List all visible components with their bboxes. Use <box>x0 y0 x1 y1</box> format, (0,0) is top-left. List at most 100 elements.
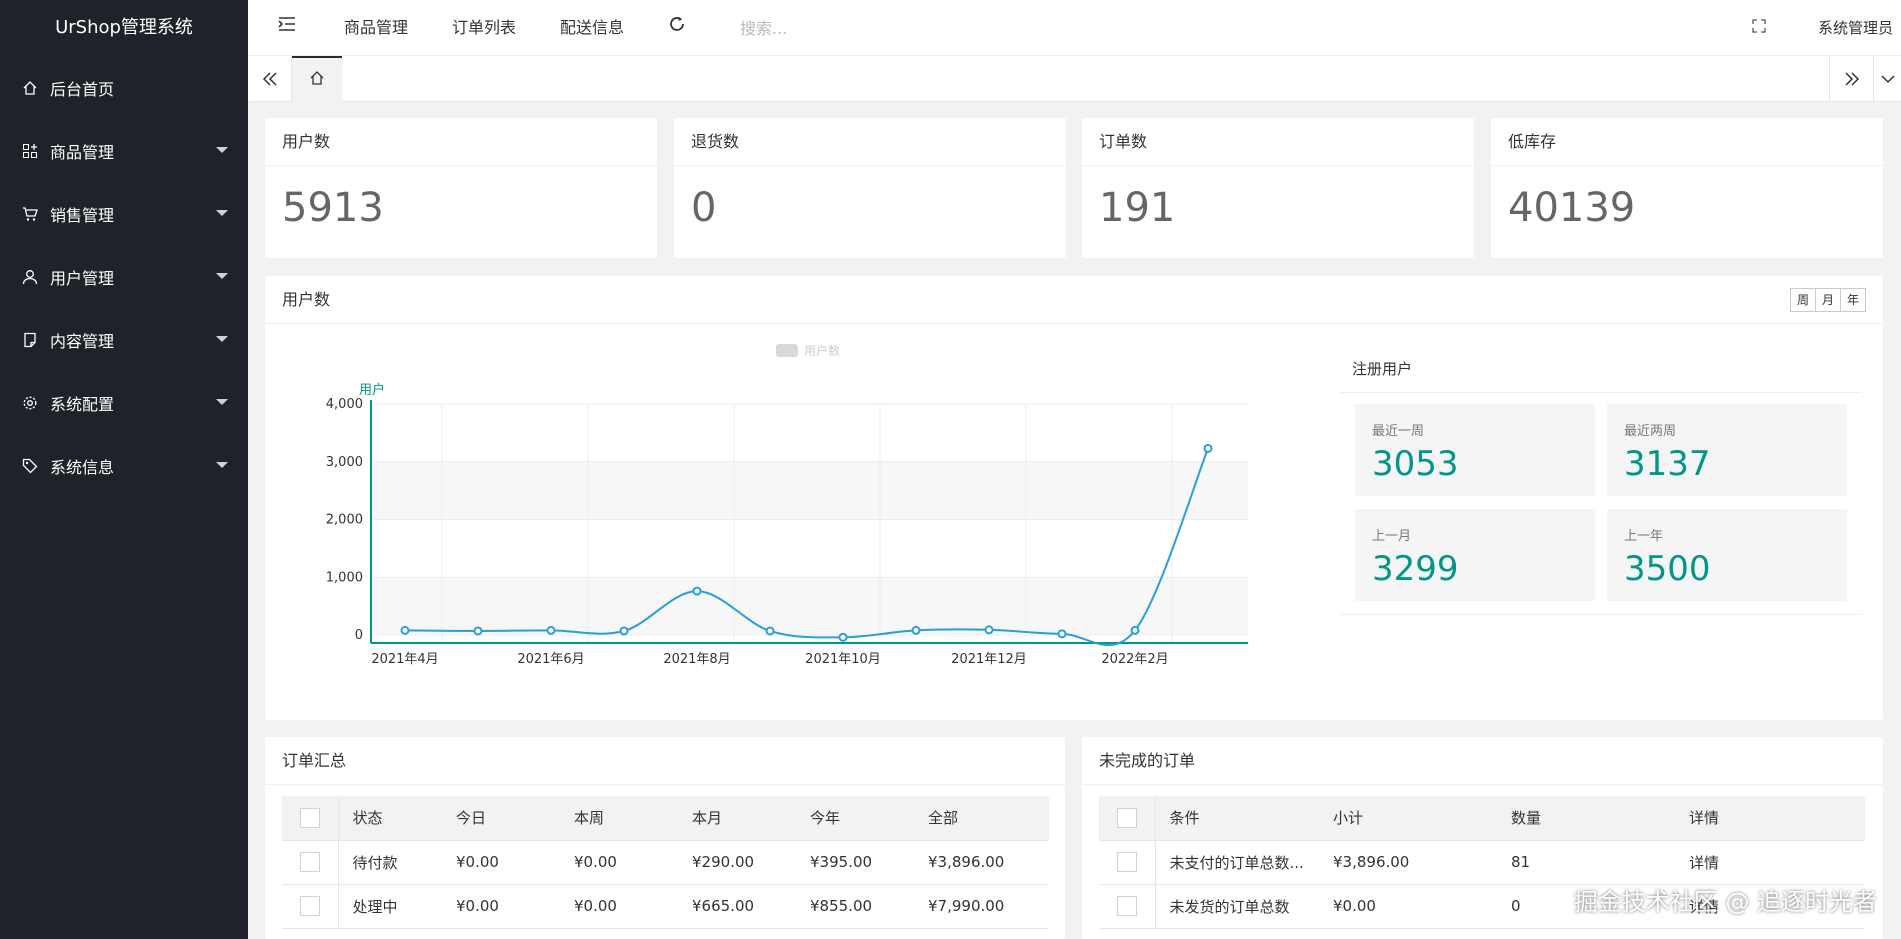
caret-down-icon <box>216 210 228 216</box>
stat-title: 用户数 <box>265 118 657 166</box>
registered-box-two-weeks: 最近两周 3137 <box>1607 404 1847 496</box>
table-cell: ¥0.00 <box>574 884 692 929</box>
period-switch: 周 月 年 <box>1790 288 1866 312</box>
table-cell: ¥0.00 <box>456 840 574 885</box>
sidebar-item-label: 用户管理 <box>50 268 115 288</box>
x-tick-label: 2021年12月 <box>951 652 1027 667</box>
column-header: 今年 <box>810 796 928 841</box>
sidebar-item-6[interactable]: 系统信息 <box>0 434 248 497</box>
table-row: 未支付的订单总数... ¥3,896.00 81 详情 <box>1099 840 1865 885</box>
caret-down-icon <box>216 147 228 153</box>
registered-label: 上一月 <box>1372 529 1412 544</box>
select-all-checkbox[interactable] <box>1116 807 1137 828</box>
sidebar-item-label: 系统配置 <box>50 394 115 414</box>
home-icon <box>22 80 38 96</box>
pending-orders-title: 未完成的订单 <box>1082 737 1883 785</box>
double-left-icon[interactable] <box>248 56 292 102</box>
legend-label: 用户数 <box>804 343 840 358</box>
sidebar-item-label: 商品管理 <box>50 142 115 162</box>
data-point <box>1203 443 1213 453</box>
table-cell: ¥3,896.00 <box>1333 840 1511 885</box>
registered-value: 3500 <box>1624 549 1711 589</box>
caret-down-icon <box>216 273 228 279</box>
user-menu[interactable]: 系统管理员 <box>1818 0 1893 56</box>
column-header: 条件 <box>1155 796 1333 841</box>
tab-home[interactable] <box>292 56 342 102</box>
table-cell: ¥665.00 <box>692 884 810 929</box>
user-line-chart: 4,000 3,000 2,000 1,000 0 2021年4月 2021年6月 2021年… <box>326 343 1248 667</box>
grid-band <box>371 461 1248 520</box>
data-point <box>1130 625 1140 635</box>
sidebar-item-4[interactable]: 内容管理 <box>0 308 248 371</box>
table-cell: 81 <box>1511 840 1689 885</box>
data-point <box>984 625 994 635</box>
stat-card-returns: 退货数 0 <box>674 118 1066 258</box>
sidebar-item-3[interactable]: 用户管理 <box>0 245 248 308</box>
x-tick-label: 2021年10月 <box>805 652 881 667</box>
order-summary-title: 订单汇总 <box>265 737 1065 785</box>
home-icon <box>309 70 325 90</box>
watermark: 掘金技术社区 @ 追逐时光者 <box>1573 888 1877 916</box>
search-input[interactable] <box>738 14 958 42</box>
column-header: 全部 <box>928 796 1049 841</box>
sidebar-item-5[interactable]: 系统配置 <box>0 371 248 434</box>
row-checkbox[interactable] <box>299 896 320 916</box>
data-point <box>692 586 702 596</box>
x-tick-label: 2022年2月 <box>1101 652 1168 667</box>
top-link-products[interactable]: 商品管理 <box>344 0 408 56</box>
apps-icon <box>22 143 38 159</box>
cart-icon <box>22 206 38 222</box>
select-all-checkbox[interactable] <box>299 807 320 828</box>
table-cell: ¥395.00 <box>810 840 928 885</box>
stat-value: 40139 <box>1508 185 1636 231</box>
sidebar-item-label: 内容管理 <box>50 331 115 351</box>
table-row: 处理中 ¥0.00 ¥0.00 ¥665.00 ¥855.00 ¥7,990.0… <box>282 884 1049 929</box>
data-point <box>911 625 921 635</box>
period-month-button[interactable]: 月 <box>1815 288 1841 312</box>
table-cell: 未发货的订单总数 <box>1155 884 1333 929</box>
y-tick-label: 2,000 <box>326 513 363 528</box>
table-cell: ¥290.00 <box>692 840 810 885</box>
menu-fold-icon[interactable] <box>278 0 296 56</box>
double-right-icon[interactable] <box>1829 56 1873 102</box>
stat-value: 0 <box>691 185 717 231</box>
table-cell: ¥3,896.00 <box>928 840 1049 885</box>
period-week-button[interactable]: 周 <box>1790 288 1816 312</box>
column-header: 今日 <box>456 796 574 841</box>
chevron-down-icon[interactable] <box>1873 56 1901 102</box>
sidebar-item-0[interactable]: 后台首页 <box>0 56 248 119</box>
registered-label: 最近两周 <box>1624 424 1677 439</box>
column-header: 数量 <box>1511 796 1689 841</box>
table-row: 待付款 ¥0.00 ¥0.00 ¥290.00 ¥395.00 ¥3,896.0… <box>282 840 1049 885</box>
fullscreen-icon[interactable] <box>1752 0 1766 56</box>
row-checkbox[interactable] <box>1116 852 1137 872</box>
registered-value: 3137 <box>1624 444 1711 484</box>
top-link-delivery[interactable]: 配送信息 <box>560 0 624 56</box>
y-tick-label: 4,000 <box>326 397 363 412</box>
table-cell: ¥0.00 <box>456 884 574 929</box>
app-title[interactable]: UrShop管理系统 <box>0 0 248 56</box>
note-icon <box>22 332 38 348</box>
detail-link[interactable]: 详情 <box>1689 840 1865 885</box>
top-link-orders[interactable]: 订单列表 <box>452 0 516 56</box>
table-header-row: 状态 今日 本周 本月 今年 全部 <box>282 796 1049 841</box>
stat-value: 191 <box>1099 185 1176 231</box>
sidebar-item-2[interactable]: 销售管理 <box>0 182 248 245</box>
table-cell: 未支付的订单总数... <box>1155 840 1333 885</box>
column-header: 本周 <box>574 796 692 841</box>
row-checkbox[interactable] <box>1116 896 1137 916</box>
period-year-button[interactable]: 年 <box>1840 288 1866 312</box>
caret-down-icon <box>216 336 228 342</box>
refresh-icon[interactable] <box>668 0 686 56</box>
column-header: 小计 <box>1333 796 1511 841</box>
row-checkbox[interactable] <box>299 852 320 872</box>
data-point <box>473 626 483 636</box>
sidebar-item-1[interactable]: 商品管理 <box>0 119 248 182</box>
user-icon <box>22 269 38 285</box>
stat-card-users: 用户数 5913 <box>265 118 657 258</box>
registered-box-last-year: 上一年 3500 <box>1607 509 1847 601</box>
caret-down-icon <box>216 399 228 405</box>
data-point <box>546 625 556 635</box>
column-header: 详情 <box>1689 796 1865 841</box>
stat-card-low-stock: 低库存 40139 <box>1491 118 1883 258</box>
